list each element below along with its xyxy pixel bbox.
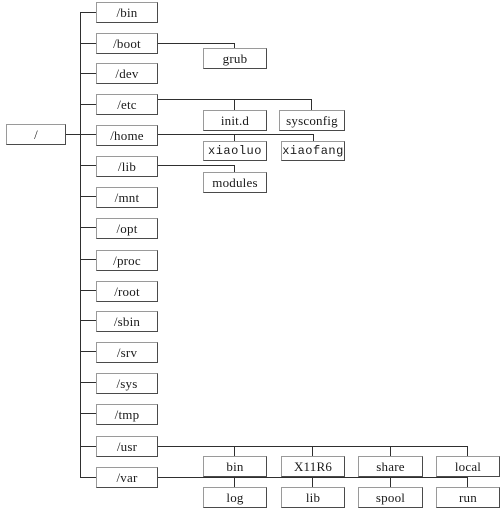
node-boot[interactable]: /boot <box>96 33 158 54</box>
edge-trunk-dev <box>80 73 97 74</box>
edge-trunk-opt <box>80 227 97 228</box>
node-usr-share[interactable]: share <box>358 456 423 477</box>
tree-diagram-canvas: / /bin /boot /dev /etc /home /lib /mnt /… <box>0 0 500 508</box>
node-boot-grub[interactable]: grub <box>203 48 267 69</box>
node-usr-local[interactable]: local <box>436 456 500 477</box>
edge-trunk-bin <box>80 12 97 13</box>
node-home-xiaofang[interactable]: xiaofang <box>281 141 345 161</box>
edge-trunk-root <box>80 290 97 291</box>
node-etc-initd[interactable]: init.d <box>203 110 267 131</box>
node-home-xiaoluo[interactable]: xiaoluo <box>203 141 267 161</box>
edge-trunk-lib <box>80 165 97 166</box>
edge-lib-branch <box>157 165 235 166</box>
edge-trunk-proc <box>80 259 97 260</box>
node-proc[interactable]: /proc <box>96 250 158 271</box>
edge-trunk-usr <box>80 446 97 447</box>
edge-trunk-boot <box>80 43 97 44</box>
node-root[interactable]: / <box>6 124 66 145</box>
edge-trunk-var <box>80 477 97 478</box>
node-var-log[interactable]: log <box>203 487 267 508</box>
edge-trunk-mnt <box>80 196 97 197</box>
node-bin[interactable]: /bin <box>96 2 158 23</box>
edge-trunk-srv <box>80 351 97 352</box>
edge-trunk-sys <box>80 382 97 383</box>
edge-trunk-sbin <box>80 320 97 321</box>
trunk-vertical-line <box>80 12 81 478</box>
node-opt[interactable]: /opt <box>96 218 158 239</box>
node-var[interactable]: /var <box>96 467 158 488</box>
node-home[interactable]: /home <box>96 125 158 146</box>
node-usr-x11r6[interactable]: X11R6 <box>281 456 345 477</box>
node-mnt[interactable]: /mnt <box>96 187 158 208</box>
node-usr-bin[interactable]: bin <box>203 456 267 477</box>
node-etc[interactable]: /etc <box>96 94 158 115</box>
root-connector-line <box>65 134 81 135</box>
edge-trunk-tmp <box>80 413 97 414</box>
node-rootdir[interactable]: /root <box>96 281 158 302</box>
edge-trunk-home <box>80 134 97 135</box>
node-sbin[interactable]: /sbin <box>96 311 158 332</box>
node-usr[interactable]: /usr <box>96 436 158 457</box>
node-tmp[interactable]: /tmp <box>96 404 158 425</box>
edge-trunk-etc <box>80 104 97 105</box>
edge-boot-branch <box>157 43 235 44</box>
node-var-lib[interactable]: lib <box>281 487 345 508</box>
node-var-run[interactable]: run <box>436 487 500 508</box>
node-sys[interactable]: /sys <box>96 373 158 394</box>
node-dev[interactable]: /dev <box>96 63 158 84</box>
node-lib[interactable]: /lib <box>96 156 158 177</box>
node-lib-modules[interactable]: modules <box>203 172 267 193</box>
node-var-spool[interactable]: spool <box>358 487 423 508</box>
node-srv[interactable]: /srv <box>96 342 158 363</box>
edge-home-branch <box>157 134 314 135</box>
node-etc-sysconfig[interactable]: sysconfig <box>279 110 345 131</box>
